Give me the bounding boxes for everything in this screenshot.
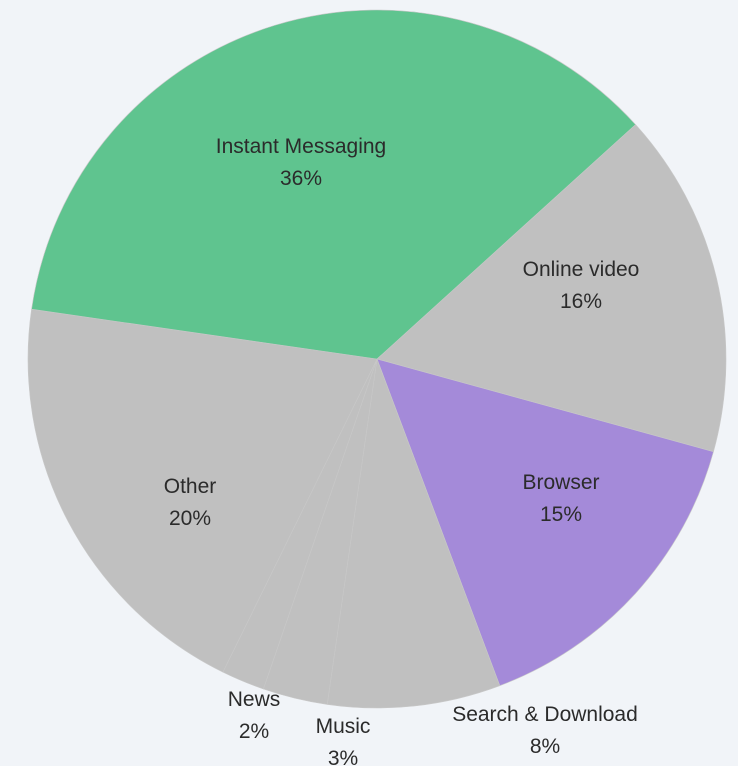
slice-label-percent: 8% (530, 735, 560, 758)
slice-label-news: News 2% (228, 688, 281, 743)
slice-label-percent: 36% (280, 167, 322, 190)
slice-label-name: Instant Messaging (216, 135, 386, 158)
slice-label-name: Browser (522, 471, 599, 494)
slice-label-percent: 3% (328, 747, 358, 766)
slice-label-name: News (228, 688, 281, 711)
slice-label-percent: 15% (540, 503, 582, 526)
slice-label-name: Other (164, 475, 217, 498)
slice-label-name: Online video (523, 258, 640, 281)
slice-label-name: Search & Download (452, 703, 638, 726)
slice-label-percent: 16% (560, 290, 602, 313)
slice-label-search-download: Search & Download 8% (452, 703, 638, 758)
slice-label-percent: 20% (169, 507, 211, 530)
slice-label-music: Music 3% (316, 715, 371, 766)
slice-label-name: Music (316, 715, 371, 738)
pie-chart: Online video 16% Browser 15% Search & Downlo… (27, 9, 727, 766)
slice-label-percent: 2% (239, 720, 269, 743)
